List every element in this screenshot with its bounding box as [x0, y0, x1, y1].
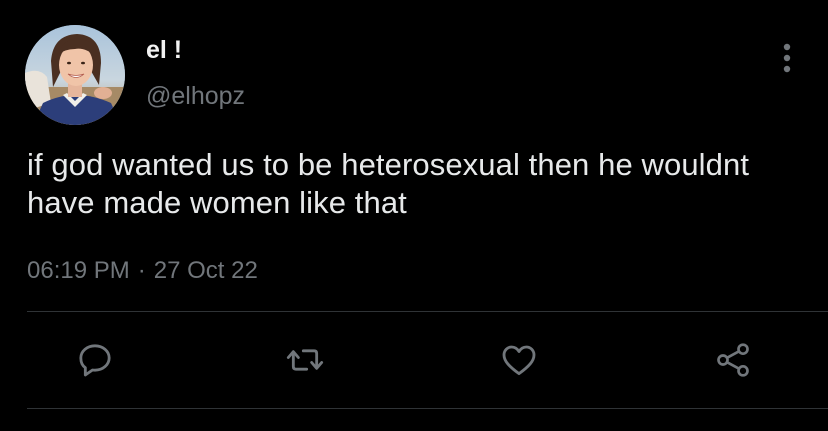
share-nodes-icon [717, 343, 749, 377]
speech-bubble-icon [79, 344, 111, 377]
avatar[interactable] [25, 25, 125, 125]
tweet-timestamp[interactable]: 06:19 PM · 27 Oct 22 [27, 255, 258, 287]
meta-separator: · [137, 257, 146, 284]
tweet-actions [0, 335, 828, 385]
more-options-button[interactable] [772, 38, 802, 78]
retweet-button[interactable] [280, 335, 330, 385]
tweet-date: 27 Oct 22 [153, 257, 258, 284]
heart-icon [502, 345, 536, 376]
retweet-arrows-icon [286, 349, 324, 371]
tweet-time: 06:19 PM [27, 257, 130, 284]
tweet-card: el ! @elhopz if god wanted us to be hete… [0, 0, 828, 431]
display-name[interactable]: el ! [146, 35, 182, 65]
reply-button[interactable] [70, 335, 120, 385]
profile-photo-icon [25, 25, 125, 125]
divider-bottom [27, 408, 828, 409]
tweet-text: if god wanted us to be heterosexual then… [27, 147, 750, 220]
vertical-ellipsis-icon [783, 43, 791, 73]
divider-top [27, 311, 828, 312]
user-handle[interactable]: @elhopz [146, 81, 245, 111]
like-button[interactable] [494, 335, 544, 385]
share-button[interactable] [708, 335, 758, 385]
